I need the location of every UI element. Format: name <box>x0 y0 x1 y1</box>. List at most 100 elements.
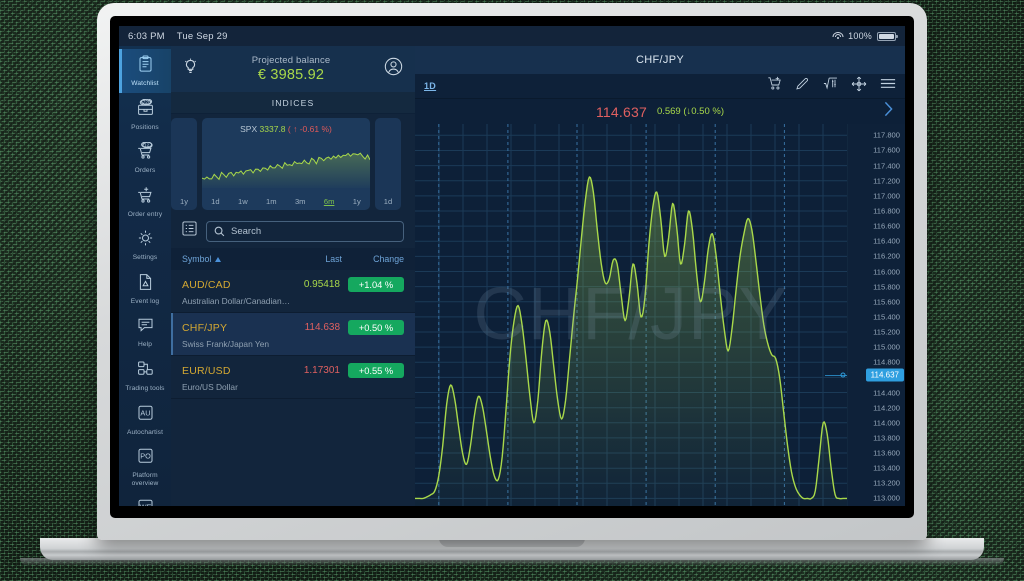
chart-area[interactable]: CHF/JPY 117.800117.600117.400117.200117.… <box>415 124 905 506</box>
status-time: 6:03 PM <box>128 30 165 42</box>
table-row[interactable]: CHF/JPY 114.638 +0.50 % Swiss Frank/Japa… <box>171 313 415 356</box>
price-axis-tick: 113.600 <box>873 448 900 458</box>
table-row[interactable]: EUR/USD 1.17301 +0.55 % Euro/US Dollar <box>171 356 415 399</box>
sidebar-item-settings[interactable]: Settings <box>119 223 171 267</box>
crosshair-icon[interactable] <box>851 76 867 97</box>
price-axis-tick: 115.200 <box>873 327 900 337</box>
row-description: Australian Dollar/Canadian… <box>182 296 290 306</box>
account-icon[interactable] <box>384 57 403 81</box>
row-symbol: EUR/USD <box>182 364 231 377</box>
price-axis-tick: 116.200 <box>873 251 900 261</box>
price-axis-tick: 113.200 <box>873 478 900 488</box>
sidebar-item-order-entry[interactable]: Order entry <box>119 180 171 224</box>
price-axis-tick: 116.800 <box>873 206 900 216</box>
price-axis-tick: 115.400 <box>873 312 900 322</box>
row-main: EUR/USD 1.17301 +0.55 % <box>182 363 404 378</box>
price-axis-tick: 117.200 <box>873 176 900 186</box>
laptop-mockup: 6:03 PM Tue Sep 29 100% Watchlist 720 Po… <box>0 0 1024 581</box>
index-range-1w[interactable]: 1w <box>238 197 248 206</box>
sidebar-item-platform-overview[interactable]: PO Platform overview <box>119 441 171 492</box>
watchlist-panel: Projected balance € 3985.92 INDICES 1y S… <box>171 46 415 506</box>
sort-ascending-icon <box>215 256 222 262</box>
chart-title: CHF/JPY <box>415 46 905 74</box>
price-axis-tick: 117.000 <box>873 191 900 201</box>
indicator-icon[interactable] <box>823 76 838 96</box>
current-price-marker: 114.637 <box>865 368 904 382</box>
index-range-1y[interactable]: 1y <box>353 197 361 206</box>
pencil-icon[interactable] <box>795 76 810 96</box>
sidebar-item-watchlist[interactable]: Watchlist <box>119 49 171 93</box>
chevron-right-icon[interactable] <box>883 101 894 122</box>
column-header-symbol-label: Symbol <box>182 254 212 264</box>
price-axis-tick: 114.000 <box>873 418 900 428</box>
price-axis-tick: 116.400 <box>873 236 900 246</box>
sidebar-item-label: Event log <box>130 297 160 305</box>
chart-quote-bar: 114.637 0.569 (↓0.50 %) <box>415 99 905 124</box>
price-axis-tick: 113.800 <box>873 433 900 443</box>
wifi-icon <box>832 31 844 41</box>
timeframe-selector[interactable]: 1D <box>424 81 436 91</box>
svg-text:WE: WE <box>139 503 151 506</box>
index-card-next-label: 1d <box>383 197 393 206</box>
index-range-3m[interactable]: 3m <box>295 197 306 206</box>
sidebar-item-label: Trading tools <box>125 385 165 393</box>
sidebar-item-orders[interactable]: 12 Orders <box>119 136 171 180</box>
search-input[interactable]: Search <box>206 220 404 242</box>
column-header-symbol[interactable]: Symbol <box>182 254 280 264</box>
sidebar: Watchlist 720 Positions 12 Orders Order en… <box>119 46 171 506</box>
quote-price: 114.637 <box>595 103 647 120</box>
index-range-selector: 1d 1w 1m 3m 6m 1y <box>202 197 370 206</box>
price-axis-tick: 115.000 <box>873 342 900 352</box>
sidebar-item-webinar[interactable]: WEWebinar <box>119 492 171 506</box>
index-range-1d[interactable]: 1d <box>211 197 219 206</box>
index-range-6m[interactable]: 6m <box>324 197 335 206</box>
price-axis-tick: 114.400 <box>873 388 900 398</box>
index-card-spx[interactable]: SPX 3337.8 ( ↑ -0.61 %) 1d 1w 1m 3m 6m 1y <box>202 118 370 210</box>
lightbulb-icon[interactable] <box>183 58 198 80</box>
index-change: ( ↑ -0.61 %) <box>287 124 332 134</box>
chat-bubble-icon <box>137 316 154 339</box>
svg-text:720: 720 <box>142 99 150 104</box>
sidebar-item-label: Watchlist <box>131 80 159 87</box>
svg-text:12: 12 <box>144 142 150 147</box>
cart-plus-icon[interactable] <box>767 76 782 96</box>
sidebar-item-trading-tools[interactable]: Trading tools <box>119 354 171 398</box>
clipboard-icon <box>137 55 154 78</box>
quote-delta: 0.569 (↓0.50 %) <box>656 106 725 117</box>
chart-panel: CHF/JPY 1D 114.637 0.569 (↓0.50 %) 117.8… <box>415 46 905 506</box>
sidebar-item-event-log[interactable]: Event log <box>119 267 171 311</box>
sidebar-item-label: Settings <box>132 254 158 262</box>
search-placeholder: Search <box>231 225 262 237</box>
column-header-change[interactable]: Change <box>342 254 404 264</box>
sidebar-item-help[interactable]: Help <box>119 310 171 354</box>
row-last-price: 114.638 <box>304 322 340 333</box>
index-range-1m[interactable]: 1m <box>266 197 277 206</box>
sidebar-item-positions[interactable]: 720 Positions <box>119 93 171 137</box>
price-axis-tick: 113.000 <box>873 493 900 503</box>
index-card-previous[interactable]: 1y <box>171 118 197 210</box>
chart-canvas[interactable]: CHF/JPY <box>415 124 847 506</box>
current-price-line <box>825 374 847 376</box>
row-description: Euro/US Dollar <box>182 382 238 392</box>
svg-text:AU: AU <box>140 408 150 417</box>
chart-toolbar: 1D <box>415 74 905 99</box>
row-symbol: CHF/JPY <box>182 321 228 334</box>
sidebar-item-label: Help <box>138 341 152 349</box>
price-axis-tick: 114.800 <box>873 357 900 367</box>
cart-plus-icon <box>137 186 154 209</box>
index-card-next[interactable]: 1d <box>375 118 401 210</box>
column-header-last[interactable]: Last <box>280 254 342 264</box>
indices-header: INDICES <box>171 92 415 114</box>
price-axis[interactable]: 117.800 117.600 117.400 117.200 117.000 116.8… <box>847 124 905 506</box>
watchlist-rows: AUD/CAD 0.95418 +1.04 % Australian Dolla… <box>171 270 415 399</box>
list-icon[interactable] <box>182 221 197 241</box>
price-area-chart <box>415 124 847 506</box>
row-symbol: AUD/CAD <box>182 278 231 291</box>
index-card-previous-label: 1y <box>179 197 189 206</box>
sidebar-item-label: Platform overview <box>131 472 159 487</box>
sidebar-item-autochartist[interactable]: AU Autochartist <box>119 398 171 442</box>
hamburger-menu-icon[interactable] <box>880 77 896 95</box>
table-row[interactable]: AUD/CAD 0.95418 +1.04 % Australian Dolla… <box>171 270 415 313</box>
index-symbol: SPX <box>240 124 258 134</box>
app-container: Watchlist 720 Positions 12 Orders Order en… <box>119 46 905 506</box>
